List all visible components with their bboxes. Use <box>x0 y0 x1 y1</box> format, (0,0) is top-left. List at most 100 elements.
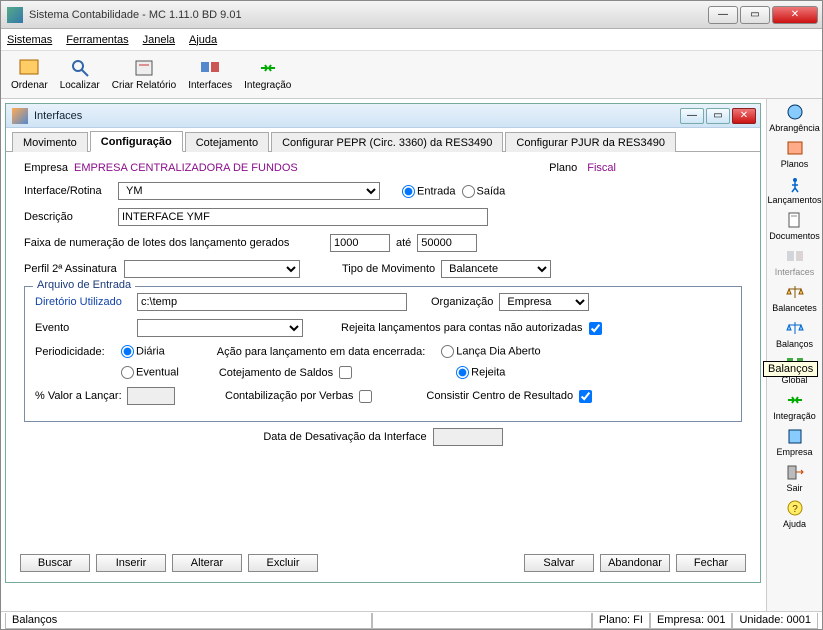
alterar-button[interactable]: Alterar <box>172 554 242 572</box>
tb-criar-relatorio[interactable]: Criar Relatório <box>112 58 176 91</box>
descricao-label: Descrição <box>24 211 112 223</box>
globe-icon <box>784 103 806 121</box>
entrada-radio-wrap[interactable]: Entrada <box>402 185 456 198</box>
perfil-label: Perfil 2ª Assinatura <box>24 263 118 275</box>
diretorio-input[interactable] <box>137 293 407 311</box>
lanca-dia-radio[interactable] <box>441 345 454 358</box>
tb-interfaces[interactable]: Interfaces <box>188 58 232 91</box>
running-icon <box>784 175 806 193</box>
tb-integracao[interactable]: Integração <box>244 58 291 91</box>
tab-strip: Movimento Configuração Cotejamento Confi… <box>6 128 760 152</box>
interfaces-icon <box>784 247 806 265</box>
inner-window-interfaces: Interfaces — ▭ ✕ Movimento Configuração … <box>5 103 761 583</box>
rejeita-contas-check[interactable] <box>589 322 602 335</box>
help-icon: ? <box>784 499 806 517</box>
faixa-from-input[interactable] <box>330 234 390 252</box>
menu-ferramentas[interactable]: Ferramentas <box>66 34 128 46</box>
minimize-button[interactable]: — <box>708 6 738 24</box>
inserir-button[interactable]: Inserir <box>96 554 166 572</box>
entrada-radio[interactable] <box>402 185 415 198</box>
cotejamento-saldos-check[interactable] <box>339 366 352 379</box>
saida-radio-wrap[interactable]: Saída <box>462 185 506 198</box>
menu-janela[interactable]: Janela <box>143 34 175 46</box>
integration-icon <box>784 391 806 409</box>
exit-icon <box>784 463 806 481</box>
buscar-button[interactable]: Buscar <box>20 554 90 572</box>
eventual-radio-wrap[interactable]: Eventual <box>121 366 179 379</box>
sidebar-item-lancamentos[interactable]: Lançamentos <box>767 175 822 205</box>
sidebar-item-documentos[interactable]: Documentos <box>767 211 822 241</box>
saida-radio[interactable] <box>462 185 475 198</box>
sidebar-item-sair[interactable]: Sair <box>767 463 822 493</box>
status-mid <box>372 613 592 629</box>
diaria-radio[interactable] <box>121 345 134 358</box>
descricao-input[interactable] <box>118 208 488 226</box>
sidebar-item-empresa[interactable]: Empresa <box>767 427 822 457</box>
menu-sistemas[interactable]: Sistemas <box>7 34 52 46</box>
eventual-radio[interactable] <box>121 366 134 379</box>
data-desativacao-input[interactable] <box>433 428 503 446</box>
tab-movimento[interactable]: Movimento <box>12 132 88 152</box>
diaria-radio-wrap[interactable]: Diária <box>121 345 165 358</box>
sidebar-item-ajuda[interactable]: ?Ajuda <box>767 499 822 529</box>
diretorio-label[interactable]: Diretório Utilizado <box>35 296 131 308</box>
consistir-centro-check[interactable] <box>579 390 592 403</box>
main-toolbar: Ordenar Localizar Criar Relatório Interf… <box>1 51 822 99</box>
window-title: Sistema Contabilidade - MC 1.11.0 BD 9.0… <box>29 9 708 21</box>
status-unidade: Unidade: 0001 <box>732 613 818 629</box>
arquivo-entrada-group: Arquivo de Entrada Diretório Utilizado O… <box>24 286 742 422</box>
perfil-select[interactable] <box>124 260 300 278</box>
rejeita-contas-label: Rejeita lançamentos para contas não auto… <box>341 322 583 334</box>
rejeita-radio[interactable] <box>456 366 469 379</box>
rejeita-radio-wrap[interactable]: Rejeita <box>456 366 505 379</box>
menu-ajuda[interactable]: Ajuda <box>189 34 217 46</box>
tipo-movimento-label: Tipo de Movimento <box>342 263 435 275</box>
acao-label: Ação para lançamento em data encerrada: <box>217 346 426 358</box>
tab-configurar-pepr[interactable]: Configurar PEPR (Circ. 3360) da RES3490 <box>271 132 503 152</box>
status-empresa: Empresa: 001 <box>650 613 732 629</box>
fechar-button[interactable]: Fechar <box>676 554 746 572</box>
evento-label: Evento <box>35 322 131 334</box>
contab-verbas-label: Contabilização por Verbas <box>225 390 353 402</box>
empresa-label: Empresa <box>24 162 68 174</box>
tab-cotejamento[interactable]: Cotejamento <box>185 132 269 152</box>
inner-close-button[interactable]: ✕ <box>732 108 756 124</box>
group-title: Arquivo de Entrada <box>33 279 135 291</box>
faixa-to-input[interactable] <box>417 234 477 252</box>
right-sidebar: Abrangência Planos Lançamentos Documento… <box>766 99 822 611</box>
lanca-dia-radio-wrap[interactable]: Lança Dia Aberto <box>441 345 540 358</box>
inner-maximize-button[interactable]: ▭ <box>706 108 730 124</box>
excluir-button[interactable]: Excluir <box>248 554 318 572</box>
sidebar-item-abrangencia[interactable]: Abrangência <box>767 103 822 133</box>
interface-rotina-select[interactable]: YM <box>118 182 380 200</box>
plans-icon <box>784 139 806 157</box>
inner-minimize-button[interactable]: — <box>680 108 704 124</box>
interface-rotina-label: Interface/Rotina <box>24 185 112 197</box>
salvar-button[interactable]: Salvar <box>524 554 594 572</box>
interfaces-icon <box>199 58 221 78</box>
sidebar-item-planos[interactable]: Planos <box>767 139 822 169</box>
app-icon <box>7 7 23 23</box>
report-icon <box>133 58 155 78</box>
abandonar-button[interactable]: Abandonar <box>600 554 670 572</box>
sidebar-item-integracao[interactable]: Integração <box>767 391 822 421</box>
tab-configuracao[interactable]: Configuração <box>90 131 183 152</box>
tb-localizar[interactable]: Localizar <box>60 58 100 91</box>
organizacao-select[interactable]: Empresa <box>499 293 589 311</box>
sidebar-item-balancetes[interactable]: Balancetes <box>767 283 822 313</box>
faixa-label: Faixa de numeração de lotes dos lançamen… <box>24 237 324 249</box>
pct-valor-input[interactable] <box>127 387 175 405</box>
evento-select[interactable] <box>137 319 303 337</box>
sidebar-tooltip: Balanços <box>763 361 818 377</box>
inner-app-icon <box>12 108 28 124</box>
close-button[interactable]: ✕ <box>772 6 818 24</box>
maximize-button[interactable]: ▭ <box>740 6 770 24</box>
faixa-ate-label: até <box>396 237 411 249</box>
tb-ordenar[interactable]: Ordenar <box>11 58 48 91</box>
integration-icon <box>257 58 279 78</box>
sidebar-item-balancos[interactable]: Balanços <box>767 319 822 349</box>
periodicidade-label: Periodicidade: <box>35 346 115 358</box>
tab-configurar-pjur[interactable]: Configurar PJUR da RES3490 <box>505 132 676 152</box>
contab-verbas-check[interactable] <box>359 390 372 403</box>
tipo-movimento-select[interactable]: Balancete <box>441 260 551 278</box>
